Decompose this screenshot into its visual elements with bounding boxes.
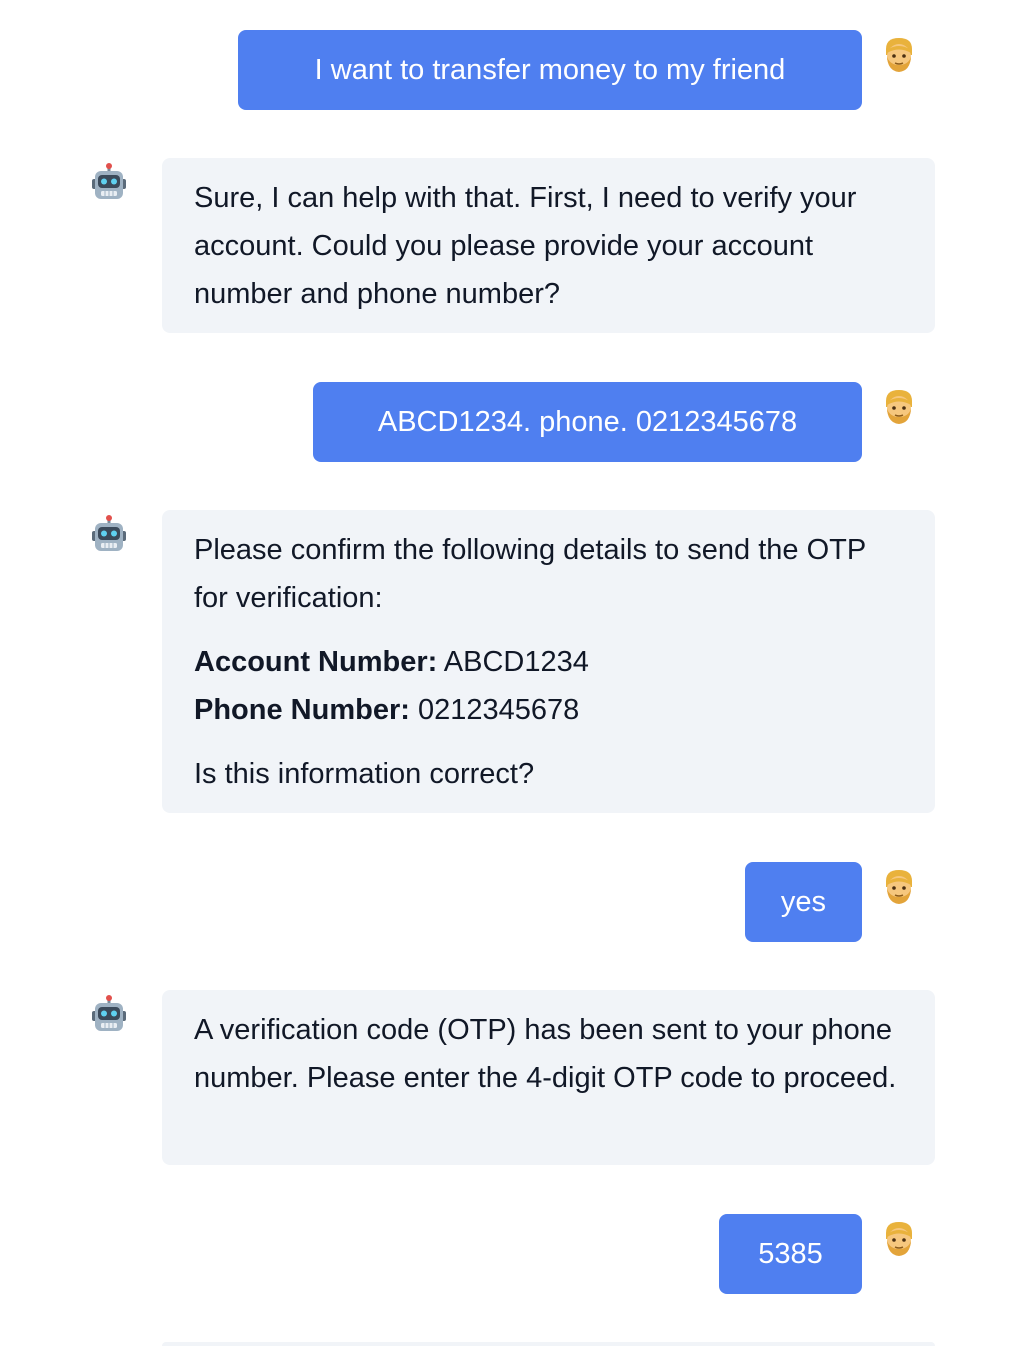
bot-avatar-icon — [90, 163, 128, 203]
bot-message-text: A verification code (OTP) has been sent … — [194, 1014, 897, 1094]
phone-number-value: 0212345678 — [417, 694, 580, 726]
account-number-label: Account Number: — [194, 646, 438, 678]
user-avatar-icon — [880, 35, 918, 75]
bot-message: Please confirm the following details to … — [162, 510, 935, 813]
phone-number-label: Phone Number: — [194, 694, 410, 726]
bot-message-text: Sure, I can help with that. First, I nee… — [194, 182, 857, 310]
bot-message-question: Is this information correct? — [194, 758, 535, 790]
bot-message: Sure, I can help with that. First, I nee… — [162, 158, 935, 333]
user-avatar-icon — [880, 387, 918, 427]
next-bot-message-edge — [162, 1342, 935, 1346]
user-message: ABCD1234. phone. 0212345678 — [313, 382, 862, 462]
bot-avatar-icon — [90, 995, 128, 1035]
account-number-row: Account Number: ABCD1234 — [194, 638, 905, 686]
user-message: yes — [745, 862, 862, 942]
account-number-value: ABCD1234 — [443, 646, 589, 678]
bot-message-intro: Please confirm the following details to … — [194, 534, 866, 614]
user-message: I want to transfer money to my friend — [238, 30, 862, 110]
user-message: 5385 — [719, 1214, 862, 1294]
user-avatar-icon — [880, 1219, 918, 1259]
bot-avatar-icon — [90, 515, 128, 555]
phone-number-row: Phone Number: 0212345678 — [194, 686, 905, 734]
bot-message: A verification code (OTP) has been sent … — [162, 990, 935, 1165]
user-avatar-icon — [880, 867, 918, 907]
chat-transcript: I want to transfer money to my friend Su… — [0, 0, 1014, 1346]
